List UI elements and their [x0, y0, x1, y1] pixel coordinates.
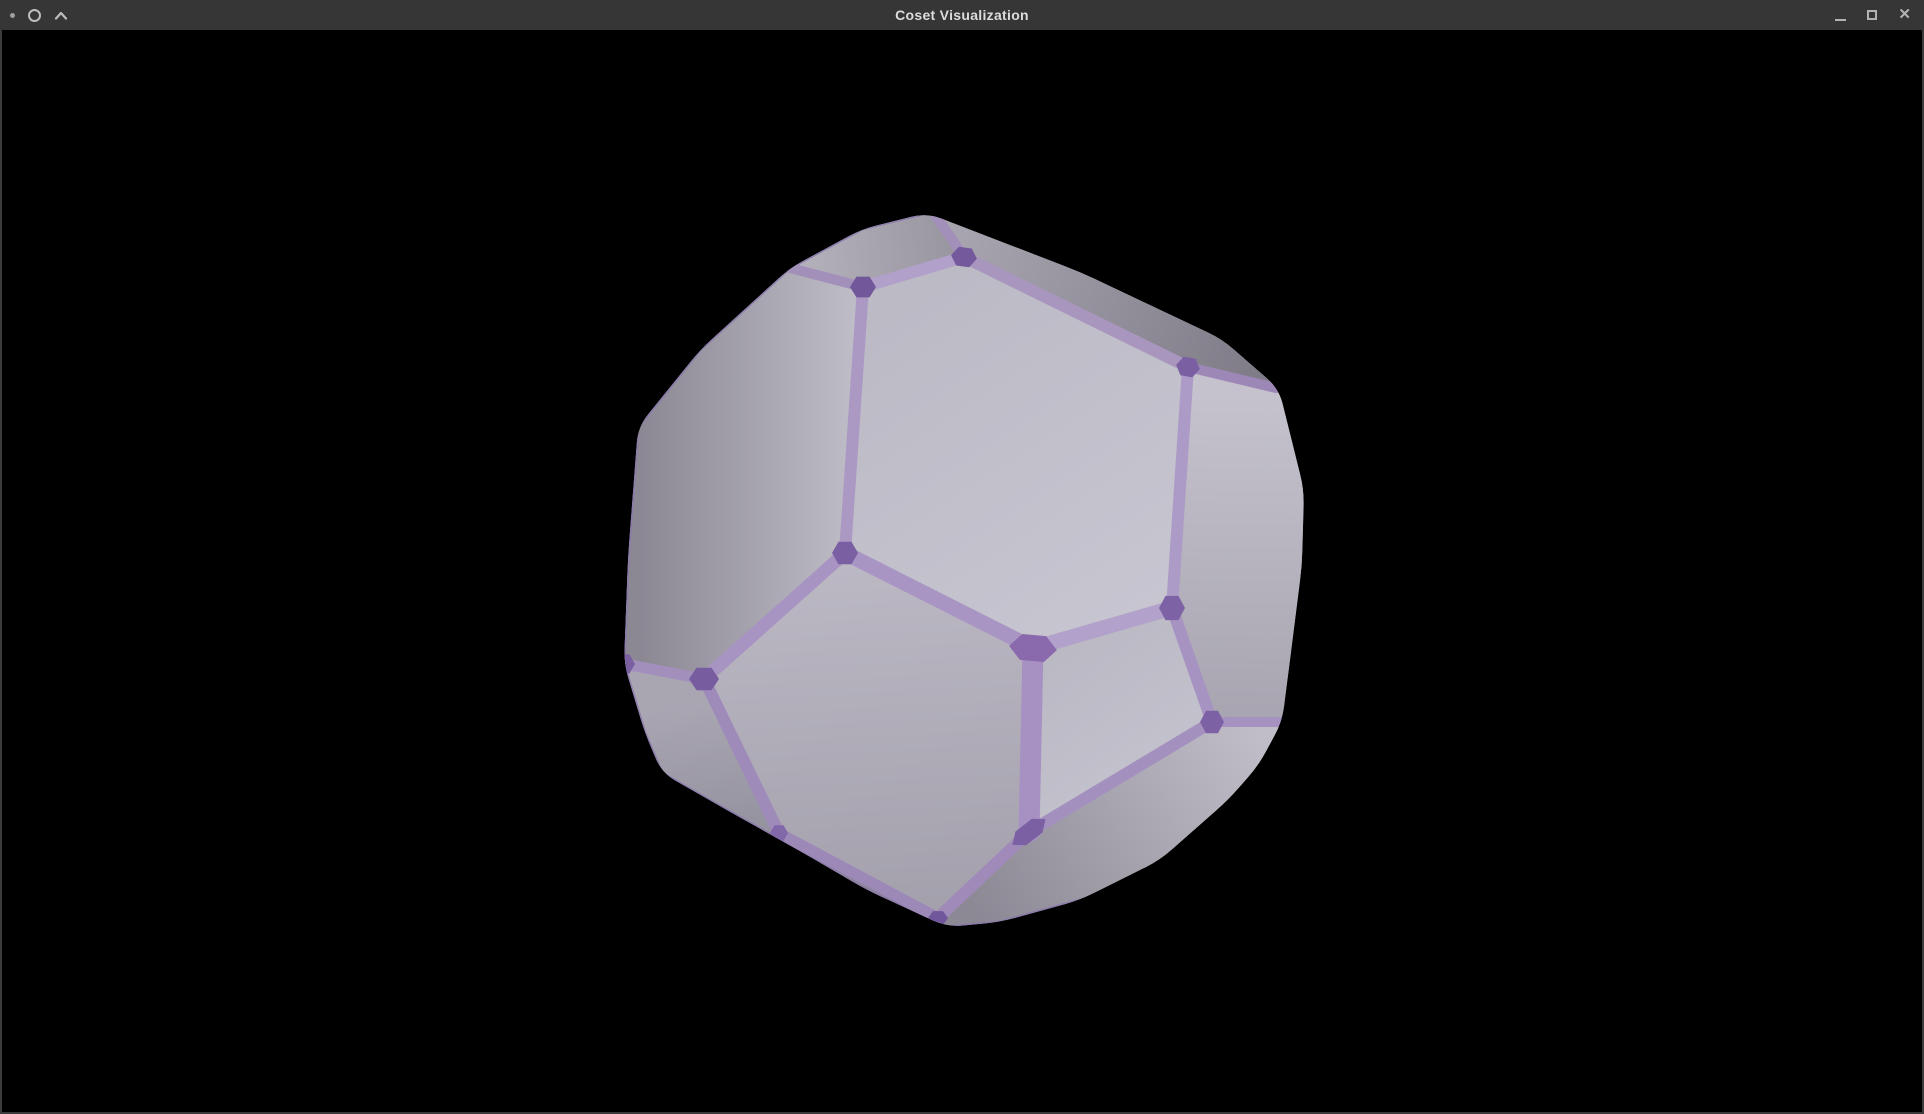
titlebar[interactable]: Coset Visualization ✕ — [0, 0, 1924, 30]
dot-icon — [10, 13, 15, 18]
minimize-button[interactable] — [1835, 19, 1846, 21]
window-title: Coset Visualization — [0, 0, 1924, 30]
titlebar-left-icons — [0, 0, 68, 30]
window-controls: ✕ — [1835, 0, 1924, 30]
circle-icon[interactable] — [28, 9, 41, 22]
chevron-up-icon[interactable] — [54, 11, 68, 20]
viewport-3d[interactable] — [0, 0, 1924, 1114]
edge-V6-V8 — [1029, 648, 1033, 832]
close-button[interactable]: ✕ — [1898, 0, 1911, 30]
maximize-button[interactable] — [1867, 10, 1877, 20]
